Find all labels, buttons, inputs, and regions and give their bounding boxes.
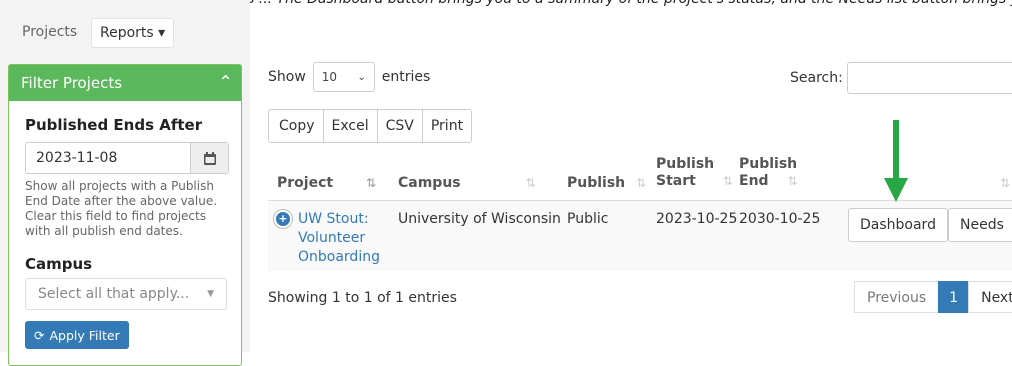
main-content: Show 10 ⌄ entries Search: Copy Excel CSV…: [250, 0, 1012, 352]
search-input[interactable]: [847, 62, 1012, 94]
date-value[interactable]: 2023-11-08: [26, 143, 190, 173]
project-link[interactable]: UW Stout: Volunteer Onboarding: [298, 210, 380, 267]
column-header-publish-label: Publish: [567, 175, 626, 191]
chevron-up-icon[interactable]: ^: [220, 64, 231, 100]
publish-end-label-line1: Publish: [739, 156, 798, 172]
publish-start-cell: 2023-10-25: [656, 211, 738, 227]
published-ends-after-help: Show all projects with a Publish End Dat…: [25, 179, 218, 238]
entries-length-select[interactable]: 10 ⌄: [312, 62, 375, 92]
sort-icon: ⇅: [787, 174, 798, 188]
publish-end-label-line2: End: [739, 173, 769, 189]
publish-start-label-line1: Publish: [656, 156, 715, 172]
campus-select[interactable]: Select all that apply... ▼: [25, 278, 227, 310]
apply-filter-label: Apply Filter: [49, 327, 120, 343]
sort-icon: ⇅: [722, 174, 733, 188]
table-info: Showing 1 to 1 of 1 entries: [268, 290, 457, 306]
entries-label: entries: [381, 69, 431, 85]
down-arrow-icon: [884, 120, 908, 202]
entries-length-control: Show 10 ⌄ entries: [268, 62, 430, 92]
filter-panel-title: Filter Projects: [21, 74, 123, 92]
publish-start-label-line2: Start: [656, 173, 696, 189]
print-button[interactable]: Print: [421, 110, 472, 142]
next-page-button[interactable]: Next: [968, 281, 1012, 313]
nav-projects[interactable]: Projects: [14, 18, 85, 46]
expand-row-plus-icon[interactable]: +: [274, 210, 292, 228]
column-header-publish-end[interactable]: Publish End ⇅: [739, 156, 798, 190]
project-name-line1: UW Stout:: [298, 211, 369, 227]
sort-icon: ⇅: [1000, 176, 1011, 190]
published-ends-after-input[interactable]: 2023-11-08: [25, 142, 229, 174]
campus-label: Campus: [25, 255, 93, 273]
filter-projects-panel: Filter Projects ^ Published Ends After 2…: [8, 64, 242, 366]
publish-end-cell: 2030-10-25: [739, 211, 821, 227]
column-header-project-label: Project: [277, 175, 334, 191]
project-name-line2: Volunteer: [298, 230, 366, 246]
refresh-icon: ⟳: [34, 327, 45, 343]
nav-reports-dropdown[interactable]: Reports ▾: [91, 18, 175, 48]
apply-filter-button[interactable]: ⟳ Apply Filter: [25, 321, 129, 349]
export-button-group: Copy Excel CSV Print: [268, 109, 473, 143]
dashboard-button[interactable]: Dashboard: [848, 208, 948, 242]
caret-down-icon: ▼: [207, 289, 214, 299]
column-header-project[interactable]: Project ⇅: [277, 175, 376, 192]
excel-button[interactable]: Excel: [322, 110, 377, 142]
page-1-button[interactable]: 1: [938, 281, 970, 313]
pagination: Previous 1 Next: [854, 281, 1012, 313]
published-ends-after-label: Published Ends After: [25, 116, 203, 134]
calendar-icon[interactable]: [190, 143, 228, 173]
previous-page-button[interactable]: Previous: [854, 281, 940, 313]
publish-cell: Public: [567, 211, 609, 227]
campus-placeholder: Select all that apply...: [38, 286, 190, 302]
needs-button[interactable]: Needs: [948, 208, 1012, 242]
search-label: Search:: [790, 70, 843, 86]
sort-icon: ⇅: [636, 176, 647, 190]
left-column: Projects Reports ▾ Filter Projects ^ Pub…: [0, 0, 250, 366]
chevron-down-icon: ⌄: [357, 71, 366, 83]
sort-icon: ⇅: [525, 176, 536, 190]
show-label: Show: [268, 69, 306, 85]
entries-length-value: 10: [321, 70, 338, 84]
column-header-publish[interactable]: Publish ⇅: [567, 175, 646, 192]
filter-panel-header[interactable]: Filter Projects ^: [9, 65, 241, 101]
column-header-campus[interactable]: Campus ⇅: [398, 175, 536, 192]
csv-button[interactable]: CSV: [376, 110, 422, 142]
campus-cell: University of Wisconsin: [398, 211, 561, 227]
column-header-publish-start[interactable]: Publish Start ⇅: [656, 156, 733, 190]
column-header-campus-label: Campus: [398, 175, 461, 191]
column-header-actions-sort[interactable]: ⇅: [1000, 175, 1010, 192]
copy-button[interactable]: Copy: [269, 110, 323, 142]
sort-ascending-icon: ⇅: [365, 176, 377, 190]
project-name-line3: Onboarding: [298, 249, 380, 265]
